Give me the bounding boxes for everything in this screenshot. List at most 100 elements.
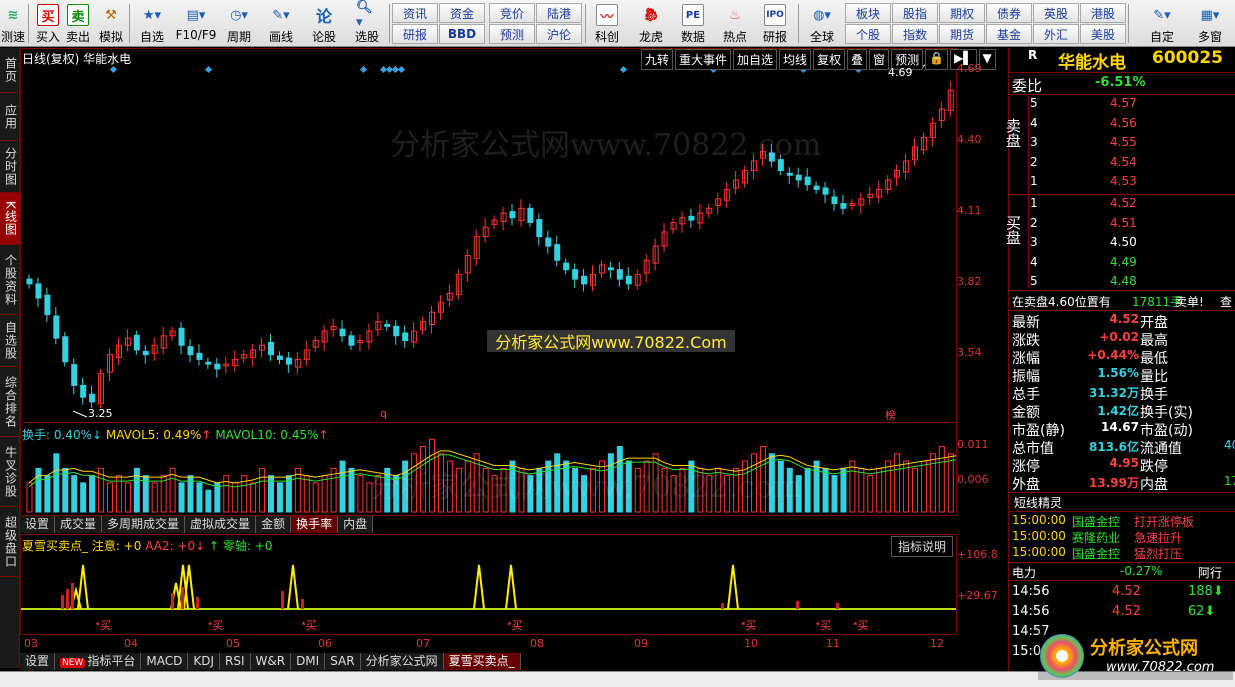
window-button[interactable]: 窗	[869, 49, 890, 70]
sidebar-item-kline[interactable]: K线图	[0, 193, 20, 245]
futures-button[interactable]: 期货	[939, 24, 985, 44]
bbd-button[interactable]: BBD	[439, 24, 485, 44]
sidebar-item-home[interactable]: 首页	[0, 48, 20, 93]
sell-level-row[interactable]: 3 4.55	[1010, 135, 1235, 153]
candle	[348, 331, 355, 350]
candle	[142, 345, 149, 364]
buy-level-row[interactable]: 3 4.50	[1010, 235, 1235, 253]
tab-indicator-platform[interactable]: NEW 指标平台	[55, 653, 142, 670]
sidebar-item-apps[interactable]: 应用	[0, 93, 20, 141]
major-events-button[interactable]: 重大事件	[675, 49, 732, 70]
hotspot-button[interactable]: ♨ 热点	[718, 2, 752, 45]
buy-level-row[interactable]: 4 4.49	[1010, 255, 1235, 273]
global-button[interactable]: ◍▾ 全球	[802, 2, 842, 45]
tab-dmi[interactable]: DMI	[291, 653, 326, 670]
auction-button[interactable]: 竞价	[489, 3, 535, 23]
sector-button[interactable]: 板块	[845, 3, 891, 23]
options-button[interactable]: 期权	[939, 3, 985, 23]
indices-button[interactable]: 指数	[892, 24, 938, 44]
turnover-bar	[124, 482, 131, 513]
forex-button[interactable]: 外汇	[1033, 24, 1079, 44]
tab-inner-volume[interactable]: 内盘	[338, 516, 374, 533]
uk-stocks-button[interactable]: 英股	[1033, 3, 1079, 23]
adjust-button[interactable]: 复权	[813, 49, 846, 70]
sell-level-row[interactable]: 2 4.54	[1010, 155, 1235, 173]
sell-level-row[interactable]: 4 4.56	[1010, 116, 1235, 134]
tab-rsi[interactable]: RSI	[220, 653, 251, 670]
ipo-button[interactable]: IPO 研报	[758, 2, 792, 45]
buy-button[interactable]: 买 买入	[36, 2, 60, 45]
overlay-button[interactable]: 叠	[847, 49, 868, 70]
funds-market-button[interactable]: 基金	[986, 24, 1032, 44]
tab-formula-site[interactable]: 分析家公式网	[360, 653, 444, 670]
f10-button[interactable]: ▤▾ F10/F9	[176, 2, 217, 45]
edit-icon: ✎▾	[1153, 7, 1171, 23]
speedtest-button[interactable]: ≋ 测速	[1, 2, 25, 45]
buy-level-row[interactable]: 1 4.52	[1010, 196, 1235, 214]
hk-connect-button[interactable]: 陆港	[536, 3, 582, 23]
candle	[688, 208, 695, 228]
tab-multi-period-volume[interactable]: 多周期成交量	[102, 516, 186, 533]
kline-canvas[interactable]	[21, 49, 956, 422]
tab-indicator-settings[interactable]: 设置	[20, 653, 56, 670]
tab-sar[interactable]: SAR	[325, 653, 361, 670]
ma-button[interactable]: 均线	[779, 49, 812, 70]
customize-button[interactable]: ✎▾ 自定	[1140, 2, 1184, 45]
sell-level-row[interactable]: 5 4.57	[1010, 96, 1235, 114]
sidebar-item-diagnosis[interactable]: 牛叉诊股	[0, 437, 20, 507]
tab-wr[interactable]: W&R	[250, 653, 292, 670]
stat-label: 涨跌	[1012, 333, 1040, 349]
sidebar-item-ranking[interactable]: 综合排名	[0, 367, 20, 437]
research-button[interactable]: 研报	[392, 24, 438, 44]
nine-turn-button[interactable]: 九转	[641, 49, 674, 70]
kline-chart-panel[interactable]	[20, 48, 957, 423]
discuss-button[interactable]: 论 论股	[310, 2, 338, 45]
draw-button[interactable]: ✎▾ 画线	[263, 2, 299, 45]
simulate-button[interactable]: ⚒ 模拟	[97, 2, 125, 45]
event-marker-bang[interactable]: 榜	[885, 407, 896, 423]
turnover-bar	[840, 467, 847, 513]
info-button[interactable]: 资讯	[392, 3, 438, 23]
single-stock-button[interactable]: 个股	[845, 24, 891, 44]
tab-amount[interactable]: 金额	[256, 516, 292, 533]
data-button[interactable]: PE 数据	[676, 2, 710, 45]
tab-turnover-rate[interactable]: 换手率	[291, 516, 339, 533]
sell-button[interactable]: 卖 卖出	[66, 2, 90, 45]
bonds-button[interactable]: 债券	[986, 3, 1032, 23]
shanghai-london-button[interactable]: 沪伦	[536, 24, 582, 44]
order-notice[interactable]: 在卖盘4.60位置有 17811手 卖单! 查	[1010, 293, 1235, 311]
sidebar-item-timeshare[interactable]: 分时图	[0, 141, 20, 193]
tab-xiaxue-signal[interactable]: 夏雪买卖点_	[443, 653, 521, 670]
tab-kdj[interactable]: KDJ	[188, 653, 220, 670]
dragon-tiger-button[interactable]: 🐉︎ 龙虎	[634, 2, 668, 45]
index-fut-button[interactable]: 股指	[892, 3, 938, 23]
turnover-bar	[876, 467, 883, 513]
turnover-bar	[912, 467, 918, 513]
watchlist-button[interactable]: ★▾ 自选	[136, 2, 168, 45]
event-marker-q[interactable]: q	[380, 407, 387, 420]
candle	[455, 269, 462, 300]
forecast-button[interactable]: 预测	[489, 24, 535, 44]
screener-button[interactable]: 🔍︎▾ 选股	[348, 0, 386, 45]
buy-level-row[interactable]: 2 4.51	[1010, 216, 1235, 234]
sidebar-item-super-order[interactable]: 超级盘口	[0, 507, 20, 577]
star-market-button[interactable]: 〰 科创	[590, 2, 624, 45]
tab-volume[interactable]: 成交量	[55, 516, 103, 533]
tab-virtual-volume[interactable]: 虚拟成交量	[185, 516, 257, 533]
period-button[interactable]: ◷▾ 周期	[222, 2, 256, 45]
lock-icon[interactable]: 🔒	[925, 49, 949, 70]
sell-level-row[interactable]: 1 4.53	[1010, 174, 1235, 192]
sidebar-item-watchlist[interactable]: 自选股	[0, 315, 20, 367]
indicator-help-button[interactable]: 指标说明	[891, 536, 954, 557]
sidebar-item-profile[interactable]: 个股资料	[0, 245, 20, 315]
funds-button[interactable]: 资金	[439, 3, 485, 23]
add-watchlist-button[interactable]: 加自选	[733, 49, 778, 70]
multi-window-button[interactable]: ▦▾ 多窗	[1190, 2, 1230, 45]
us-stocks-button[interactable]: 美股	[1080, 24, 1126, 44]
tab-settings[interactable]: 设置	[20, 516, 56, 533]
hk-stocks-button[interactable]: 港股	[1080, 3, 1126, 23]
candle	[590, 265, 596, 292]
tab-macd[interactable]: MACD	[141, 653, 189, 670]
sprite-alert-row[interactable]: 15:00:00 国盛金控 猛烈打压	[1010, 545, 1235, 563]
candle	[178, 322, 185, 355]
